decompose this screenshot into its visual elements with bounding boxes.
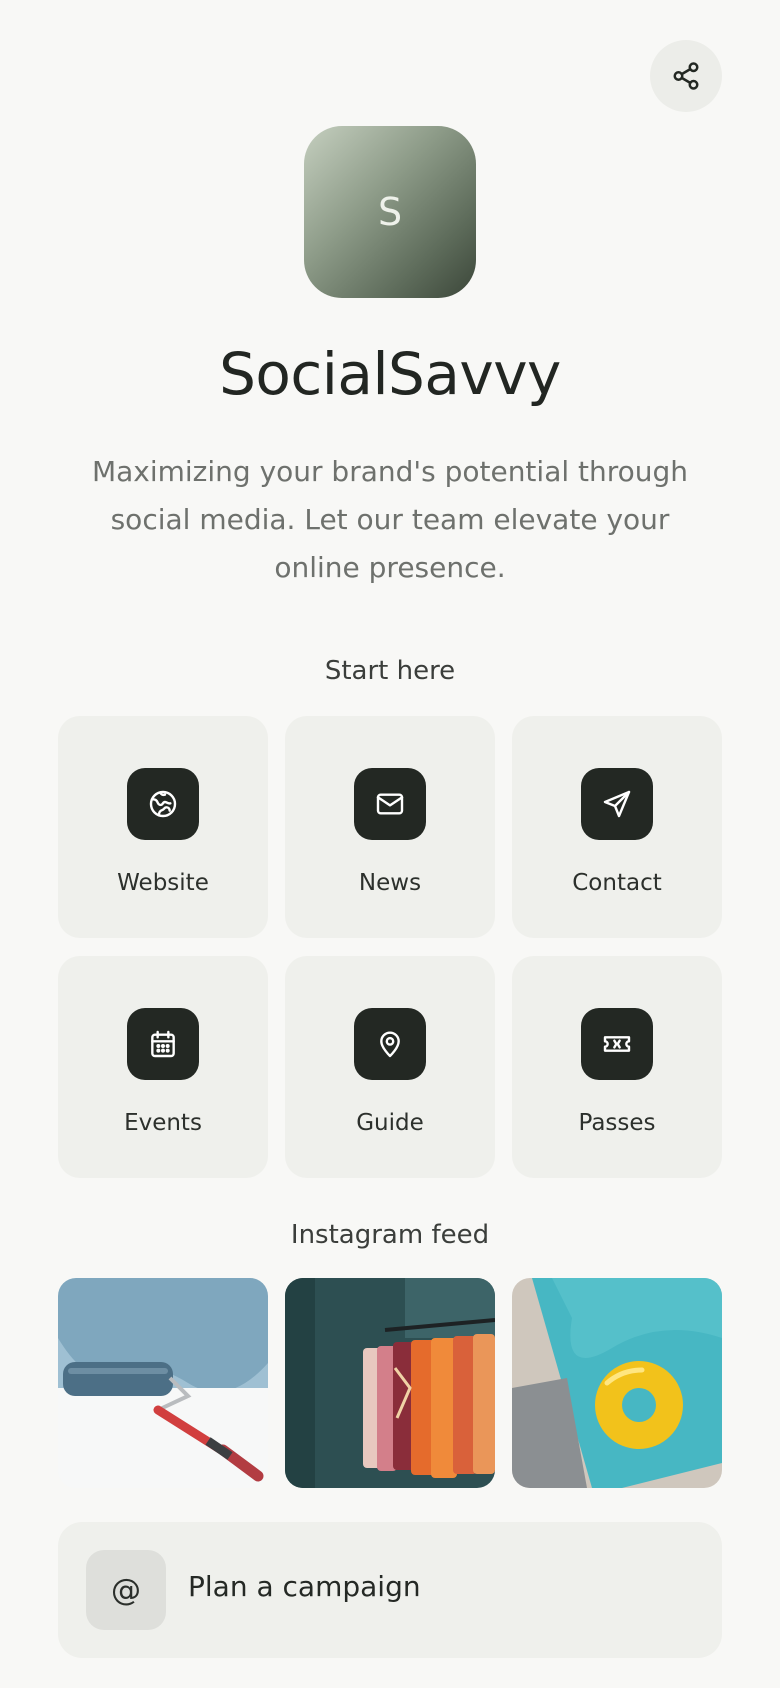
share-icon — [673, 62, 699, 90]
instagram-photo-paint-roller[interactable] — [58, 1278, 268, 1488]
tile-guide[interactable]: Guide — [285, 956, 495, 1178]
page-title: SocialSavvy — [219, 340, 561, 408]
ticket-icon — [603, 1036, 631, 1052]
instagram-feed-heading: Instagram feed — [290, 1220, 490, 1250]
tile-label: Website — [117, 870, 209, 896]
tile-website[interactable]: Website — [58, 716, 268, 938]
tile-news[interactable]: News — [285, 716, 495, 938]
plan-campaign-label: Plan a campaign — [188, 1570, 421, 1603]
tile-contact[interactable]: Contact — [512, 716, 722, 938]
plan-campaign-button[interactable]: @ Plan a campaign — [58, 1522, 722, 1658]
instagram-photo-clothing-rack[interactable] — [285, 1278, 495, 1488]
send-icon — [603, 790, 631, 818]
avatar-letter: S — [377, 190, 403, 234]
profile-bio: Maximizing your brand's potential throug… — [91, 455, 689, 584]
at-icon: @ — [86, 1550, 166, 1630]
tile-label: Contact — [572, 870, 662, 896]
instagram-photo-pool-float[interactable] — [512, 1278, 722, 1488]
tile-events[interactable]: Events — [58, 956, 268, 1178]
tile-label: Guide — [356, 1110, 424, 1136]
tile-label: Events — [124, 1110, 202, 1136]
tile-label: Passes — [578, 1110, 656, 1136]
map-pin-icon — [380, 1031, 400, 1058]
tile-label: News — [358, 870, 422, 896]
calendar-icon — [151, 1030, 175, 1058]
start-here-heading: Start here — [324, 656, 456, 686]
share-button[interactable] — [650, 40, 722, 112]
tile-passes[interactable]: Passes — [512, 956, 722, 1178]
globe-icon — [149, 790, 177, 818]
avatar: S — [304, 126, 476, 298]
mail-icon — [376, 793, 404, 815]
